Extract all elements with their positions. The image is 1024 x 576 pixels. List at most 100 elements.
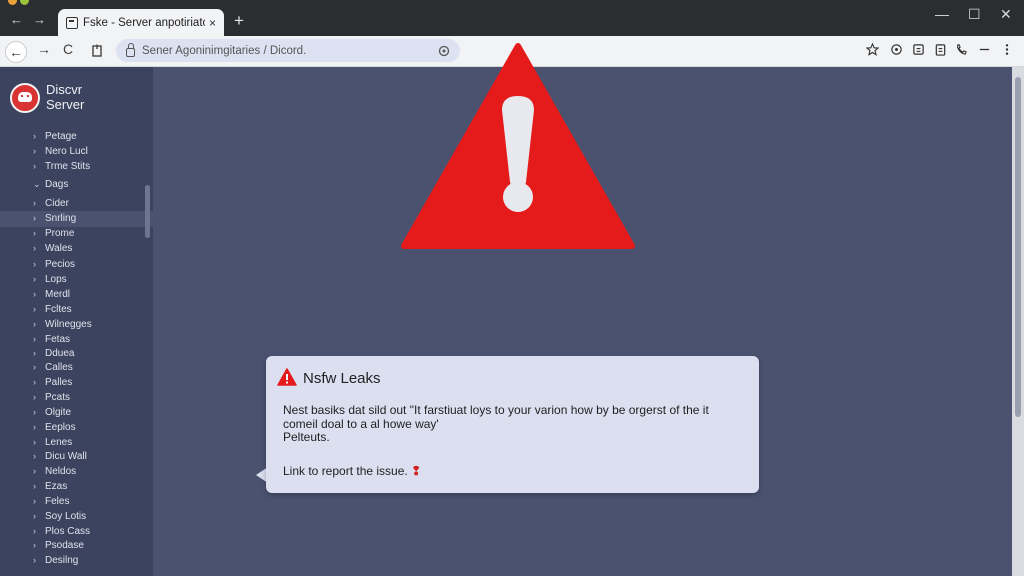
sidebar-item[interactable]: › Wilnegges xyxy=(0,317,153,332)
sidebar-item-label: Dduea xyxy=(45,348,75,359)
sidebar-item-label: Fetas xyxy=(45,334,71,345)
server-logo-icon[interactable] xyxy=(10,83,40,113)
browser-tab[interactable]: Fske - Server anpotiriator × xyxy=(58,9,224,36)
sidebar-item[interactable]: › Petage xyxy=(0,129,153,144)
chevron-icon: › xyxy=(33,161,36,171)
back-button[interactable]: ← xyxy=(5,41,27,63)
sidebar-item-label: Desilng xyxy=(45,555,79,566)
sidebar-item-label: Dags xyxy=(45,179,69,190)
sidebar-item[interactable]: › Psodase xyxy=(0,538,153,553)
sidebar-item[interactable]: › Feles xyxy=(0,494,153,509)
maximize-icon[interactable]: ☐ xyxy=(968,6,981,23)
server-sidebar: Discvr Server › Petage › Nero Lucl › Trme Sti… xyxy=(0,67,153,576)
report-issue-link[interactable]: Link to report the issue. ❢ xyxy=(283,464,421,478)
sidebar-item[interactable]: › Eeplos xyxy=(0,420,153,435)
sidebar-item[interactable]: › Plos Cass xyxy=(0,524,153,539)
sidebar-item[interactable]: › Dduea xyxy=(0,346,153,361)
sidebar-item[interactable]: › Nero Lucl xyxy=(0,144,153,159)
sidebar-scrollbar[interactable] xyxy=(145,185,150,238)
collections-icon[interactable] xyxy=(912,43,925,56)
sidebar-item[interactable]: › Fetas xyxy=(0,332,153,347)
sidebar-item-label: Palles xyxy=(45,377,73,388)
sidebar-item[interactable]: › Lops xyxy=(0,272,153,287)
sidebar-item-label: Cider xyxy=(45,198,69,209)
reload-button[interactable]: C xyxy=(63,41,73,57)
sidebar-item[interactable]: › Neldos xyxy=(0,464,153,479)
chevron-icon: › xyxy=(33,198,36,208)
warning-dialog: Nsfw Leaks Nest basiks dat sild out "It … xyxy=(266,356,759,493)
sidebar-item[interactable]: ⌄ Dags xyxy=(0,177,153,192)
dialog-body: Nest basiks dat sild out "It farstiuat l… xyxy=(283,403,748,445)
chevron-icon: › xyxy=(33,422,36,432)
sidebar-item[interactable]: › Pcats xyxy=(0,390,153,405)
page-info-icon[interactable] xyxy=(92,44,104,58)
sidebar-item-label: Calles xyxy=(45,362,73,373)
server-name[interactable]: Discvr Server xyxy=(46,82,84,112)
sidebar-item[interactable]: › Trme Stits xyxy=(0,159,153,174)
chevron-icon: › xyxy=(33,437,36,447)
minimize-icon[interactable]: — xyxy=(935,6,949,22)
chevron-icon: › xyxy=(33,526,36,536)
sidebar-item[interactable]: › Palles xyxy=(0,375,153,390)
warning-triangle-icon xyxy=(401,43,635,249)
sidebar-item[interactable]: › Soy Lotis xyxy=(0,509,153,524)
chevron-icon: › xyxy=(33,466,36,476)
url-text[interactable]: Sener Agoninimgitaries / Dicord. xyxy=(142,45,438,57)
sidebar-item-label: Pecios xyxy=(45,259,76,270)
forward-button[interactable]: → xyxy=(37,41,51,57)
sidebar-item-label: Fcltes xyxy=(45,304,72,315)
sidebar-item[interactable]: › Calles xyxy=(0,360,153,375)
sidebar-item-label: Plos Cass xyxy=(45,526,91,537)
extension-icon[interactable] xyxy=(890,43,903,56)
main-scrollbar[interactable] xyxy=(1012,67,1024,576)
sidebar-item[interactable]: › Fcltes xyxy=(0,302,153,317)
chevron-icon: › xyxy=(33,407,36,417)
star-icon[interactable] xyxy=(866,43,879,56)
chevron-icon: › xyxy=(33,213,36,223)
sidebar-item-label: Wilnegges xyxy=(45,319,92,330)
sidebar-item[interactable]: › Ezas xyxy=(0,479,153,494)
chevron-icon: › xyxy=(33,289,36,299)
server-name-line: Discvr xyxy=(46,82,83,97)
phone-icon[interactable] xyxy=(955,43,968,56)
sidebar-item-label: Dicu Wall xyxy=(45,451,87,462)
profile-dash-icon[interactable] xyxy=(978,43,991,56)
chevron-icon: › xyxy=(33,243,36,253)
chevron-icon: › xyxy=(33,131,36,141)
chevron-icon: › xyxy=(33,377,36,387)
clipboard-icon[interactable] xyxy=(934,43,947,56)
chevron-icon: › xyxy=(33,451,36,461)
sidebar-item-label: Wales xyxy=(45,243,73,254)
sidebar-item[interactable]: › Prome xyxy=(0,226,153,241)
tab-close-icon[interactable]: × xyxy=(209,16,216,30)
new-tab-button[interactable]: + xyxy=(234,11,244,31)
main-scrollbar-thumb[interactable] xyxy=(1015,77,1021,417)
sidebar-item-label: Petage xyxy=(45,131,77,142)
sidebar-item-label: Nero Lucl xyxy=(45,146,88,157)
report-link-text[interactable]: Link to report the issue. xyxy=(283,464,408,478)
sidebar-item-label: Lenes xyxy=(45,437,73,448)
sidebar-item[interactable]: › Pecios xyxy=(0,257,153,272)
chevron-icon: ⌄ xyxy=(33,179,41,189)
dialog-title: Nsfw Leaks xyxy=(303,370,381,387)
window-dot-icon[interactable] xyxy=(8,0,17,5)
sidebar-item[interactable]: › Olgite xyxy=(0,405,153,420)
close-window-icon[interactable]: ✕ xyxy=(1000,6,1012,23)
chevron-icon: › xyxy=(33,348,36,358)
window-dot-icon[interactable] xyxy=(20,0,29,5)
sidebar-item[interactable]: › Cider xyxy=(0,196,153,211)
sidebar-item[interactable]: › Merdl xyxy=(0,287,153,302)
sidebar-item[interactable]: › Lenes xyxy=(0,435,153,450)
chevron-icon: › xyxy=(33,319,36,329)
sidebar-item-label: Feles xyxy=(45,496,70,507)
sidebar-item[interactable]: › Dicu Wall xyxy=(0,449,153,464)
tab-back-arrow-icon[interactable]: ← xyxy=(10,12,23,27)
chevron-icon: › xyxy=(33,334,36,344)
chevron-icon: › xyxy=(33,304,36,314)
tab-forward-arrow-icon[interactable]: → xyxy=(33,12,46,27)
menu-icon[interactable] xyxy=(1003,43,1011,56)
sidebar-item[interactable]: › Desilng xyxy=(0,553,153,568)
chevron-icon: › xyxy=(33,555,36,565)
sidebar-item[interactable]: › Wales xyxy=(0,241,153,256)
sidebar-item[interactable]: › Snrling xyxy=(0,211,153,227)
